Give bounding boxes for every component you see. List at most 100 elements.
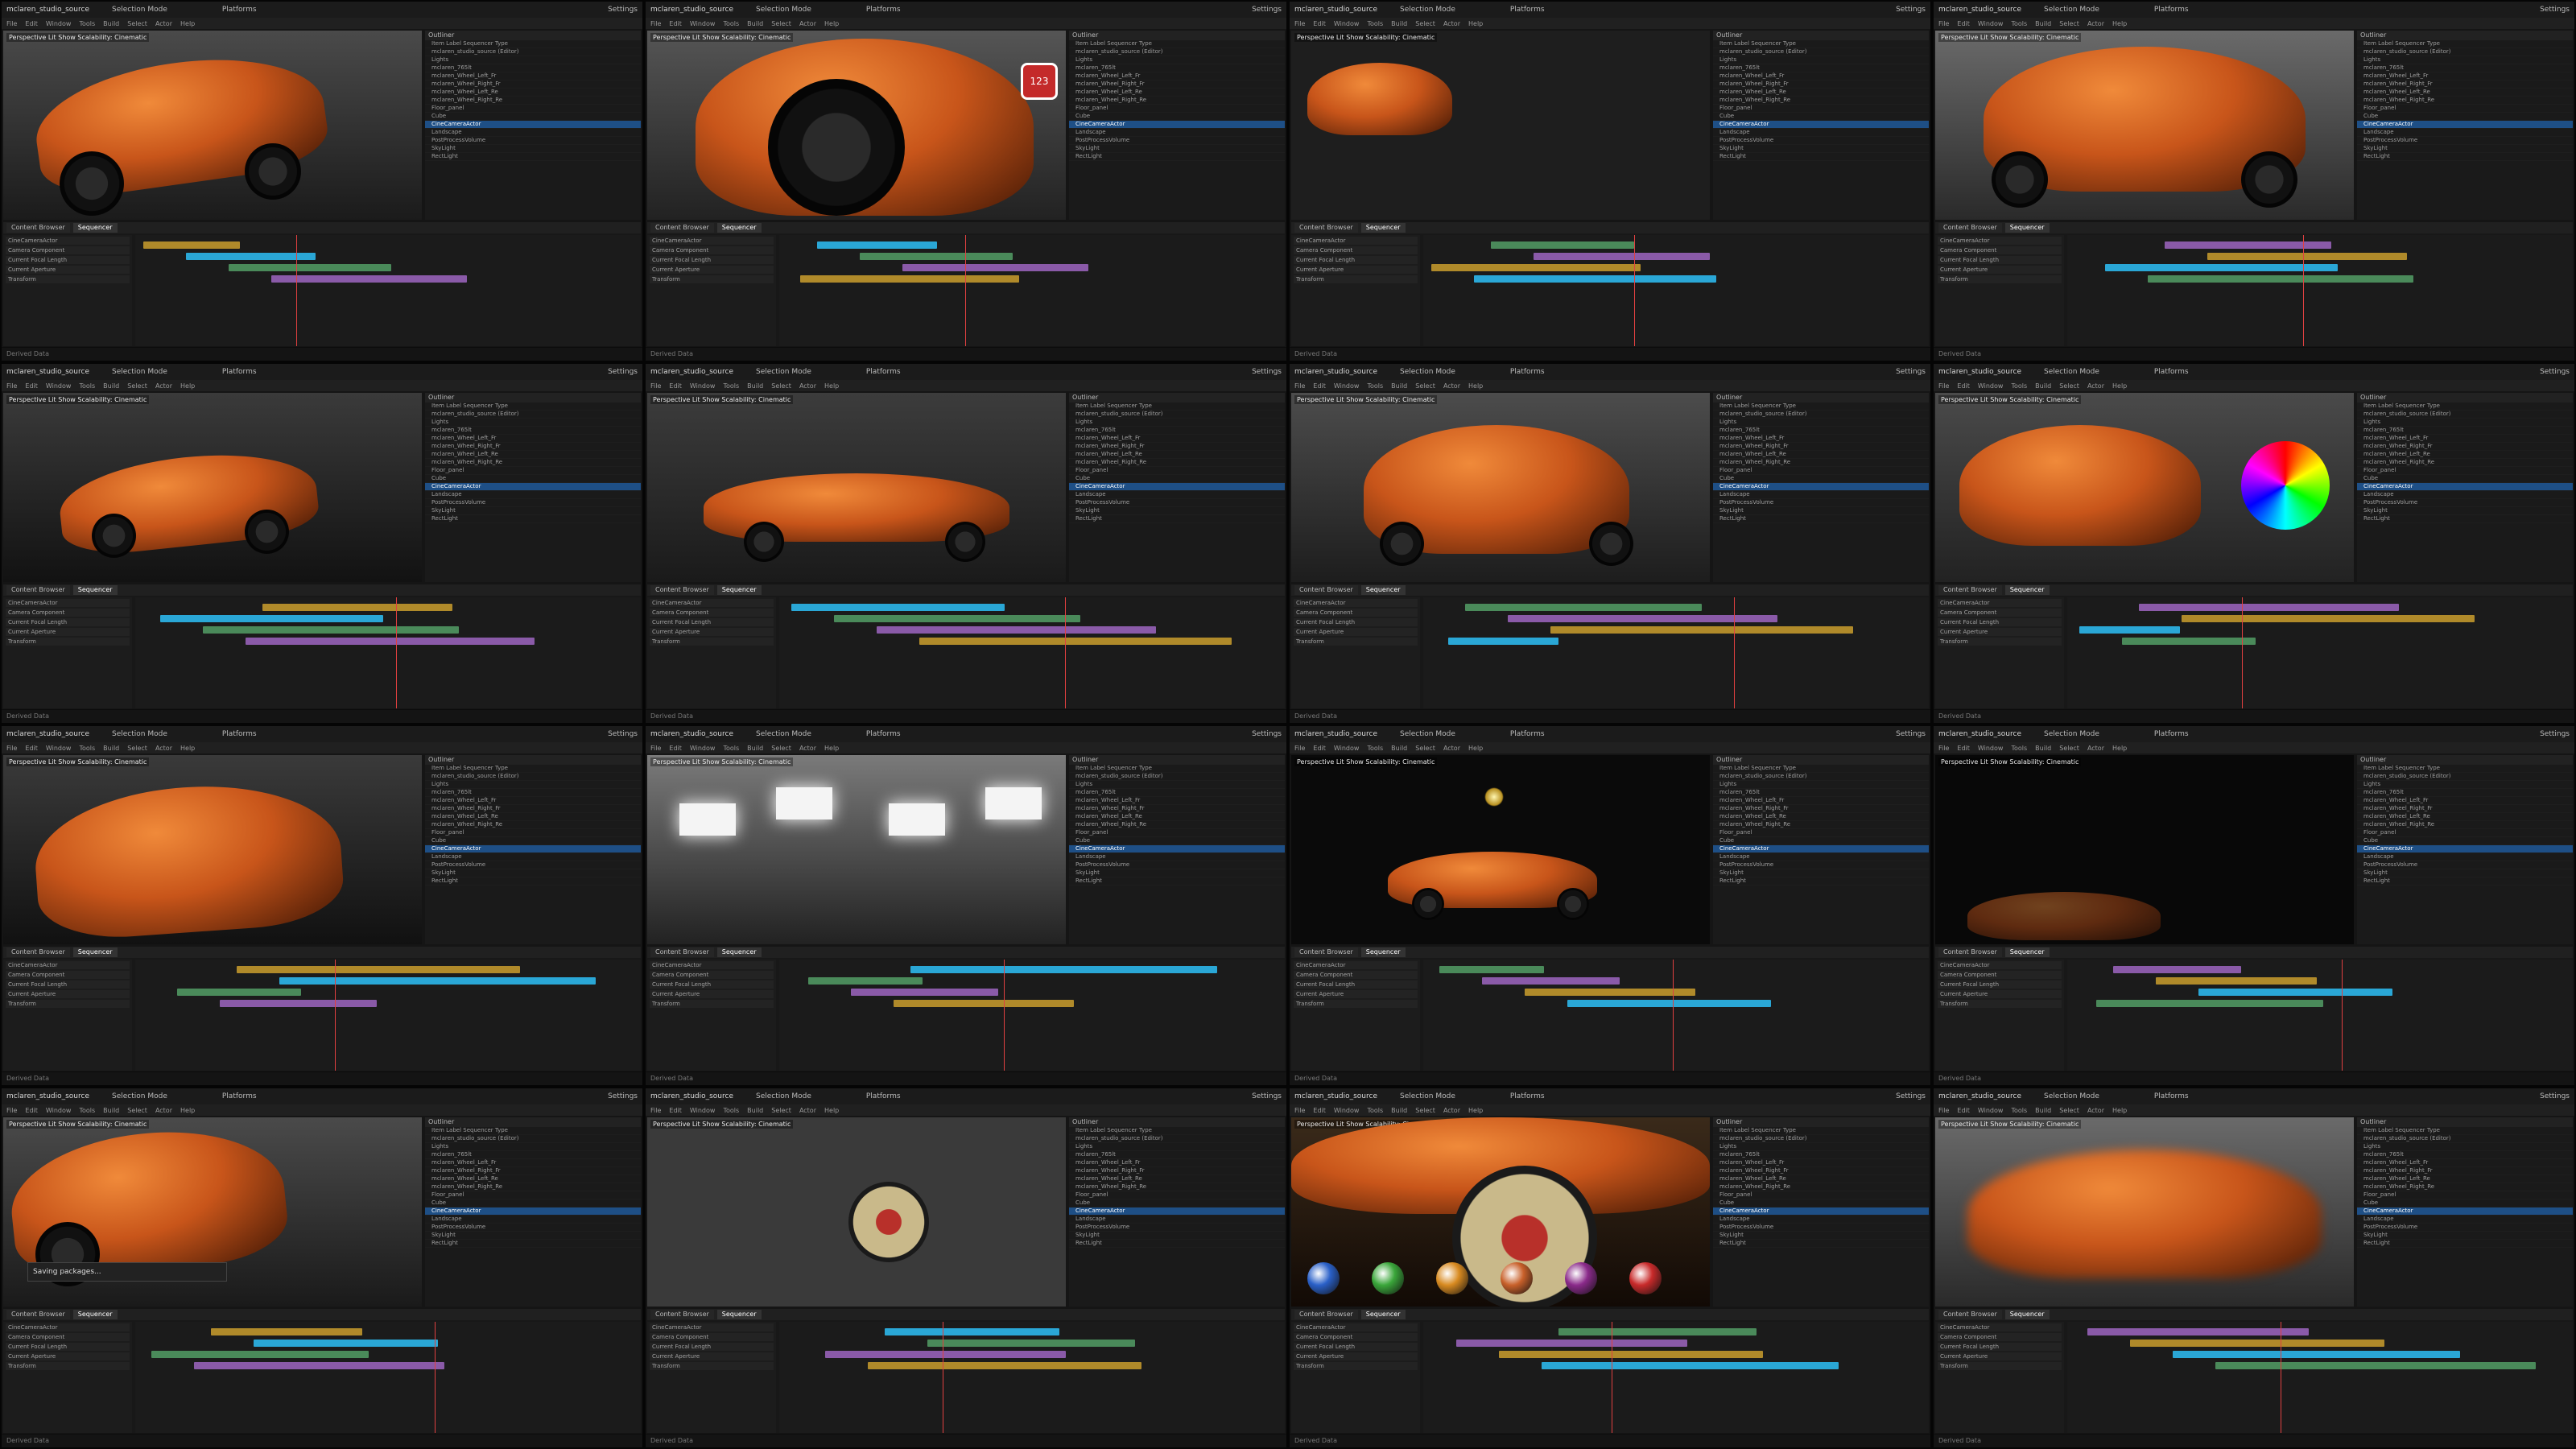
settings-button[interactable]: Settings <box>2540 368 2570 376</box>
track-section[interactable] <box>877 626 1156 634</box>
menu-item-edit[interactable]: Edit <box>1957 20 1970 27</box>
track-section[interactable] <box>246 638 535 645</box>
selection-mode-button[interactable]: Selection Mode <box>756 368 811 376</box>
menu-item-actor[interactable]: Actor <box>799 1107 816 1114</box>
track-section[interactable] <box>894 1000 1074 1007</box>
playhead[interactable] <box>435 1322 436 1433</box>
viewport-mode-tags[interactable]: Perspective Lit Show Scalability: Cinema… <box>1938 758 2082 766</box>
outliner-row[interactable]: Floor_panel <box>1069 829 1285 837</box>
track-row[interactable]: Current Focal Length <box>650 256 774 264</box>
tab-sequencer[interactable]: Sequencer <box>72 1310 118 1319</box>
track-row[interactable]: Camera Component <box>6 246 130 254</box>
viewport[interactable]: Perspective Lit Show Scalability: Cinema… <box>1935 393 2354 582</box>
outliner-row[interactable]: mclaren_Wheel_Right_Re <box>425 821 641 829</box>
menu-item-file[interactable]: File <box>1294 745 1305 752</box>
track-section[interactable] <box>1508 615 1777 622</box>
menu-item-tools[interactable]: Tools <box>1367 745 1383 752</box>
track-section[interactable] <box>2198 989 2392 996</box>
selection-mode-button[interactable]: Selection Mode <box>1400 1092 1455 1100</box>
outliner-row[interactable]: SkyLight <box>2357 1232 2573 1240</box>
track-row[interactable]: CineCameraActor <box>1938 961 2062 969</box>
track-row[interactable]: Current Focal Length <box>1294 618 1418 626</box>
outliner-row[interactable]: Lights <box>2357 1143 2573 1151</box>
outliner-row[interactable]: SkyLight <box>425 145 641 153</box>
selection-mode-button[interactable]: Selection Mode <box>1400 6 1455 14</box>
outliner-row[interactable]: mclaren_Wheel_Left_Fr <box>2357 435 2573 443</box>
track-row[interactable]: Current Aperture <box>650 628 774 636</box>
track-row[interactable]: CineCameraActor <box>1294 1323 1418 1331</box>
outliner-row[interactable]: CineCameraActor <box>1713 1208 1929 1216</box>
outliner-row[interactable]: mclaren_765lt <box>1069 789 1285 797</box>
track-row[interactable]: CineCameraActor <box>1294 961 1418 969</box>
viewport-mode-tags[interactable]: Perspective Lit Show Scalability: Cinema… <box>6 758 150 766</box>
track-row[interactable]: Camera Component <box>650 1333 774 1341</box>
menu-item-window[interactable]: Window <box>1978 20 2004 27</box>
outliner-row[interactable]: mclaren_Wheel_Right_Re <box>1069 97 1285 105</box>
settings-button[interactable]: Settings <box>1252 368 1282 376</box>
tab-sequencer[interactable]: Sequencer <box>1360 223 1406 233</box>
menu-item-file[interactable]: File <box>1938 745 1949 752</box>
track-row[interactable]: Transform <box>6 275 130 283</box>
outliner-row[interactable]: Landscape <box>2357 853 2573 861</box>
track-row[interactable]: CineCameraActor <box>6 961 130 969</box>
outliner-row[interactable]: Cube <box>2357 837 2573 845</box>
outliner-row[interactable]: Lights <box>1713 419 1929 427</box>
track-row[interactable]: Current Aperture <box>1294 1352 1418 1360</box>
track-section[interactable] <box>791 604 1005 611</box>
tab-sequencer[interactable]: Sequencer <box>2004 1310 2050 1319</box>
menu-item-tools[interactable]: Tools <box>2011 20 2027 27</box>
timeline[interactable] <box>1423 597 1929 708</box>
menu-item-tools[interactable]: Tools <box>2011 1107 2027 1114</box>
outliner-row[interactable]: mclaren_Wheel_Right_Fr <box>2357 1167 2573 1175</box>
track-section[interactable] <box>927 1340 1135 1347</box>
playhead[interactable] <box>396 597 397 708</box>
track-row[interactable]: Current Focal Length <box>1294 980 1418 989</box>
outliner-row[interactable]: Lights <box>1713 781 1929 789</box>
outliner-row[interactable]: RectLight <box>425 1240 641 1248</box>
outliner-row[interactable]: mclaren_studio_source (Editor) <box>1069 773 1285 781</box>
menu-item-select[interactable]: Select <box>2059 1107 2079 1114</box>
outliner-row[interactable]: Lights <box>2357 419 2573 427</box>
track-section[interactable] <box>1525 989 1695 996</box>
menu-item-file[interactable]: File <box>1294 20 1305 27</box>
track-row[interactable]: CineCameraActor <box>6 237 130 245</box>
outliner-row[interactable]: mclaren_765lt <box>1713 427 1929 435</box>
menu-item-actor[interactable]: Actor <box>155 20 172 27</box>
tab-sequencer[interactable]: Sequencer <box>2004 223 2050 233</box>
menu-item-window[interactable]: Window <box>690 20 716 27</box>
outliner-row[interactable]: mclaren_Wheel_Left_Fr <box>1713 72 1929 80</box>
outliner-row[interactable]: mclaren_Wheel_Left_Fr <box>1713 797 1929 805</box>
selection-mode-button[interactable]: Selection Mode <box>756 730 811 738</box>
track-row[interactable]: Current Aperture <box>6 266 130 274</box>
menu-item-window[interactable]: Window <box>1334 382 1360 390</box>
color-wheel[interactable] <box>2241 441 2330 530</box>
outliner-row[interactable]: mclaren_Wheel_Left_Re <box>425 813 641 821</box>
timeline[interactable] <box>135 1322 641 1433</box>
menu-item-tools[interactable]: Tools <box>723 745 739 752</box>
playhead[interactable] <box>296 235 297 346</box>
selection-mode-button[interactable]: Selection Mode <box>1400 730 1455 738</box>
track-row[interactable]: Transform <box>6 1362 130 1370</box>
menu-item-build[interactable]: Build <box>2035 1107 2051 1114</box>
menu-item-window[interactable]: Window <box>1334 1107 1360 1114</box>
menu-item-edit[interactable]: Edit <box>25 1107 38 1114</box>
track-row[interactable]: Camera Component <box>650 609 774 617</box>
material-thumbnail[interactable] <box>1372 1262 1404 1294</box>
tab-content-browser[interactable]: Content Browser <box>6 585 70 595</box>
track-row[interactable]: CineCameraActor <box>6 599 130 607</box>
menu-item-help[interactable]: Help <box>180 382 195 390</box>
viewport[interactable]: Perspective Lit Show Scalability: Cinema… <box>647 393 1066 582</box>
track-section[interactable] <box>1439 966 1544 973</box>
viewport[interactable]: Perspective Lit Show Scalability: Cinema… <box>3 31 422 220</box>
outliner-row[interactable]: mclaren_studio_source (Editor) <box>1069 1135 1285 1143</box>
outliner-row[interactable]: Floor_panel <box>1069 1191 1285 1199</box>
menu-item-build[interactable]: Build <box>747 1107 763 1114</box>
menu-item-window[interactable]: Window <box>690 1107 716 1114</box>
track-section[interactable] <box>262 604 452 611</box>
outliner-row[interactable]: mclaren_Wheel_Right_Re <box>425 459 641 467</box>
menu-item-actor[interactable]: Actor <box>1443 745 1460 752</box>
outliner-row[interactable]: Cube <box>1713 1199 1929 1208</box>
menu-item-window[interactable]: Window <box>1334 745 1360 752</box>
outliner-row[interactable]: CineCameraActor <box>2357 1208 2573 1216</box>
playhead[interactable] <box>1673 960 1674 1071</box>
